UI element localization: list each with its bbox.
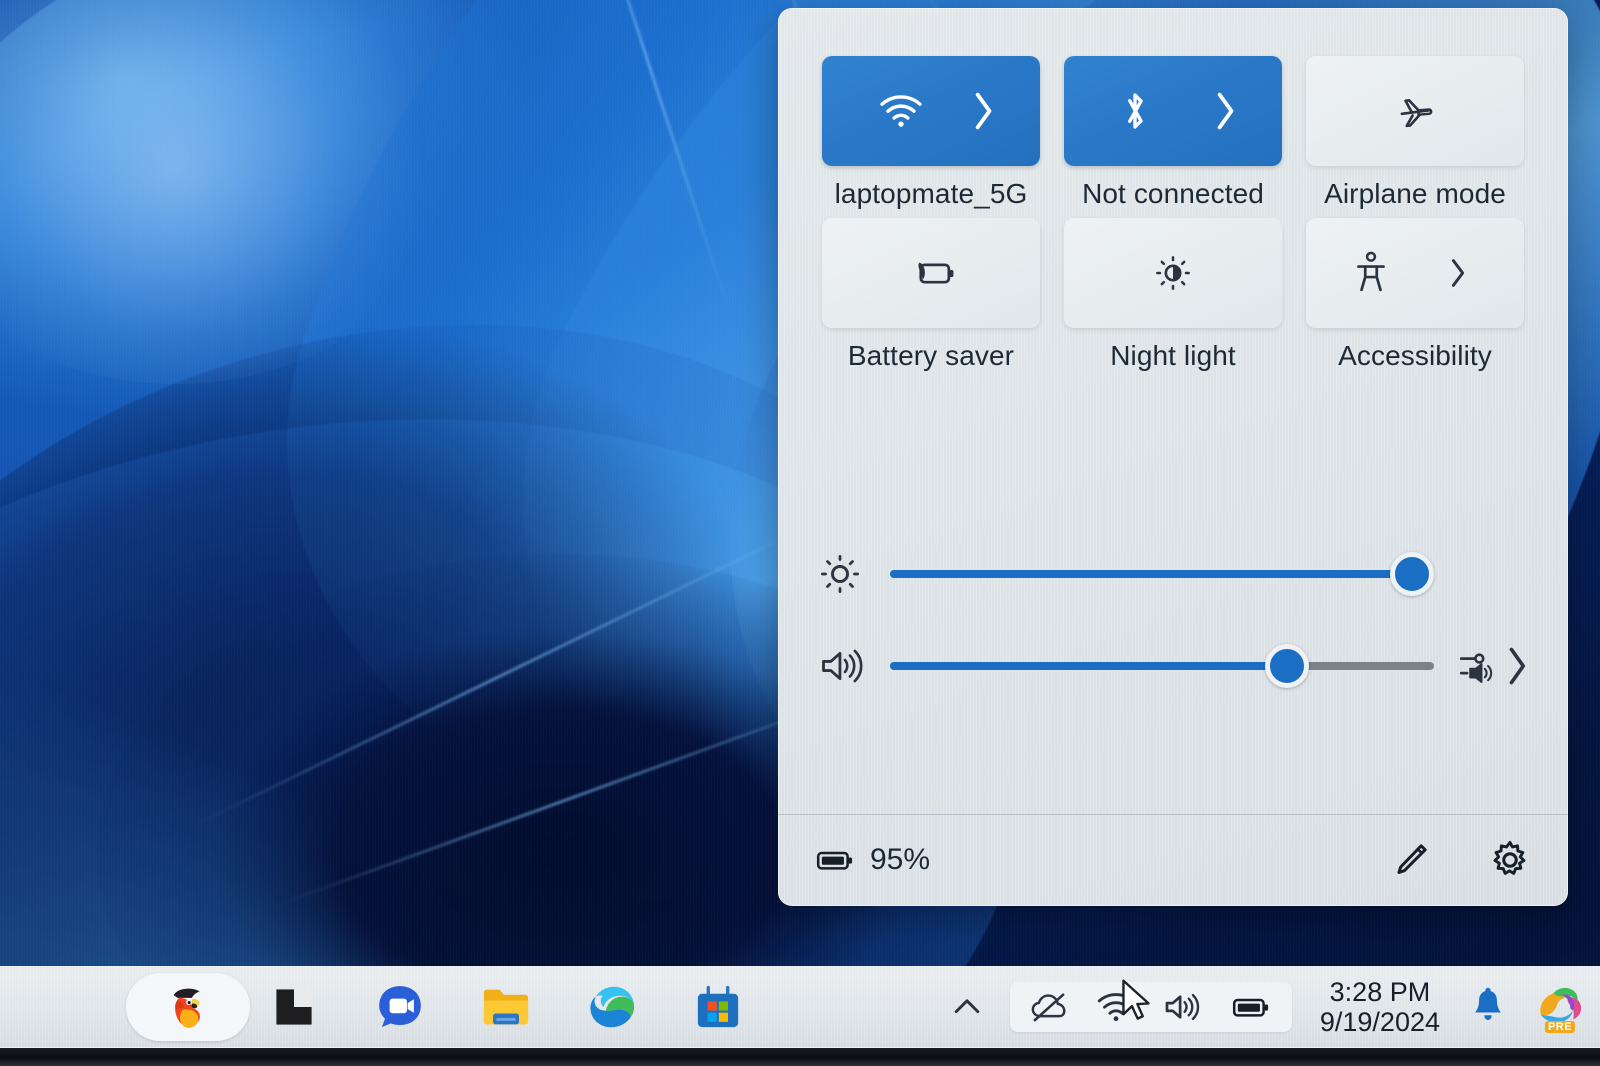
taskbar-app-file-explorer[interactable] [478, 979, 534, 1035]
quick-tile-accessibility-wrapper: Accessibility [1294, 218, 1536, 372]
quick-tile-bluetooth-wrapper: Not connected [1052, 56, 1294, 210]
bell-icon[interactable] [1470, 987, 1506, 1027]
taskbar-app-microsoft-edge[interactable] [584, 979, 640, 1035]
taskbar-app-chat[interactable] [372, 979, 428, 1035]
quick-tile-night-light[interactable] [1064, 218, 1282, 328]
quick-tile-label-wifi: laptopmate_5G [835, 178, 1028, 210]
taskbar-app-microsoft-store[interactable] [690, 979, 746, 1035]
taskbar-app-parrot[interactable] [160, 979, 216, 1035]
quick-tile-accessibility[interactable] [1306, 218, 1524, 328]
quick-tile-label-battery-saver: Battery saver [848, 340, 1014, 372]
accessibility-icon [1353, 251, 1389, 295]
taskbar-app-list [160, 966, 746, 1048]
quick-tile-battery-saver-wrapper: Battery saver [810, 218, 1052, 372]
volume-slider-fill [890, 662, 1287, 670]
battery-full-icon [814, 846, 856, 874]
quick-tile-airplane-wrapper: Airplane mode [1294, 56, 1536, 210]
clock-date: 9/19/2024 [1320, 1007, 1440, 1037]
laptop-bezel [0, 1048, 1600, 1066]
night-light-icon [1153, 253, 1193, 293]
copilot-icon[interactable]: PRE [1532, 979, 1588, 1035]
quick-settings-sliders [778, 528, 1568, 712]
copilot-badge: PRE [1545, 1021, 1575, 1033]
volume-icon[interactable] [1162, 991, 1204, 1023]
quick-settings-footer: 95% [778, 814, 1568, 906]
taskbar-system-tray: 3:28 PM 9/19/2024 PRE [950, 966, 1588, 1048]
chevron-right-icon[interactable] [1214, 91, 1238, 131]
quick-tile-night-light-wrapper: Night light [1052, 218, 1294, 372]
chevron-right-icon[interactable] [972, 91, 996, 131]
brightness-icon [818, 552, 882, 596]
quick-tile-bluetooth[interactable] [1064, 56, 1282, 166]
chevron-right-icon[interactable] [1448, 256, 1468, 290]
quick-tile-label-accessibility: Accessibility [1338, 340, 1492, 372]
battery-icon[interactable] [1230, 993, 1272, 1021]
mouse-pointer [1120, 978, 1154, 1020]
quick-tile-label-bluetooth: Not connected [1082, 178, 1264, 210]
quick-tile-label-night-light: Night light [1110, 340, 1236, 372]
wifi-icon [878, 93, 924, 129]
footer-buttons [1390, 838, 1532, 882]
audio-output-picker-icon[interactable] [1458, 648, 1500, 684]
gear-icon[interactable] [1488, 838, 1532, 882]
screen: laptopmate_5G Not connected [0, 0, 1600, 1066]
volume-slider-row [818, 620, 1528, 712]
airplane-icon [1394, 90, 1436, 132]
taskbar-app-start[interactable] [266, 979, 322, 1035]
edit-pencil-icon[interactable] [1390, 839, 1432, 881]
taskbar[interactable]: 3:28 PM 9/19/2024 PRE [0, 966, 1600, 1048]
battery-percent-label: 95% [870, 843, 930, 877]
quick-tile-wifi[interactable] [822, 56, 1040, 166]
volume-slider-trailing [1442, 644, 1528, 688]
clock-time: 3:28 PM [1330, 977, 1431, 1007]
brightness-slider-fill [890, 570, 1412, 578]
brightness-slider-row [818, 528, 1528, 620]
volume-slider-thumb[interactable] [1265, 644, 1309, 688]
quick-tile-label-airplane: Airplane mode [1324, 178, 1506, 210]
cloud-offline-icon[interactable] [1030, 991, 1070, 1023]
brightness-slider-track[interactable] [890, 570, 1434, 578]
quick-tile-battery-saver[interactable] [822, 218, 1040, 328]
volume-icon [818, 645, 882, 687]
taskbar-clock[interactable]: 3:28 PM 9/19/2024 [1320, 977, 1440, 1037]
chevron-right-icon[interactable] [1506, 644, 1528, 688]
chevron-up-icon[interactable] [950, 990, 984, 1024]
brightness-slider-thumb[interactable] [1390, 552, 1434, 596]
bluetooth-icon [1120, 88, 1150, 134]
quick-settings-panel[interactable]: laptopmate_5G Not connected [778, 8, 1568, 906]
battery-status[interactable]: 95% [814, 843, 930, 877]
volume-slider-track[interactable] [890, 662, 1434, 670]
quick-tile-airplane-mode[interactable] [1306, 56, 1524, 166]
quick-settings-tiles: laptopmate_5G Not connected [778, 56, 1568, 372]
battery-leaf-icon [905, 256, 957, 290]
quick-tile-wifi-wrapper: laptopmate_5G [810, 56, 1052, 210]
